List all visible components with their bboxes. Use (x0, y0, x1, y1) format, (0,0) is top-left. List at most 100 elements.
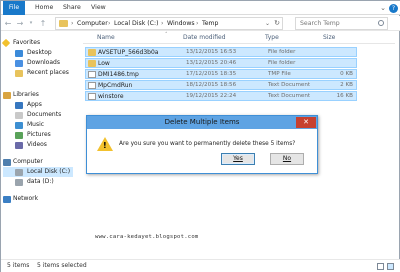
table-row[interactable]: winstore 19/12/2015 22:24 Text Document … (85, 91, 357, 101)
yes-button-label: Yes (233, 155, 243, 162)
folder-icon (59, 20, 68, 27)
nav-local-disk[interactable]: Local Disk (C:) (27, 167, 70, 177)
nav-pictures[interactable]: Pictures (27, 130, 51, 140)
file-name: DMI1486.tmp (98, 71, 139, 78)
item-count: 5 items (7, 262, 30, 269)
recent-locations-icon[interactable]: ▾ (26, 18, 36, 29)
videos-icon (15, 142, 23, 149)
nav-downloads[interactable]: Downloads (27, 58, 60, 68)
refresh-icon[interactable]: ↻ (274, 18, 280, 29)
status-bar: 5 items 5 items selected (1, 259, 400, 272)
nav-computer[interactable]: Computer (13, 157, 43, 167)
nav-music[interactable]: Music (27, 120, 44, 130)
drive-icon (15, 179, 23, 186)
search-icon[interactable] (378, 20, 384, 26)
yes-button[interactable]: Yes (221, 153, 255, 165)
dialog-body: ! Are you sure you want to permanently d… (87, 129, 317, 173)
desktop-icon (15, 50, 23, 57)
breadcrumb-separator: › (71, 20, 74, 27)
file-name: Low (98, 60, 110, 67)
table-row[interactable]: AVSETUP_566d3b0a 13/12/2015 16:53 File f… (85, 47, 357, 57)
nav-apps[interactable]: Apps (27, 100, 42, 110)
tab-view[interactable]: View (87, 1, 110, 15)
help-icon[interactable]: ? (389, 4, 398, 13)
column-name[interactable]: Name (97, 33, 115, 43)
pictures-icon (15, 132, 23, 139)
dialog-message: Are you sure you want to permanently del… (119, 141, 296, 147)
nav-desktop[interactable]: Desktop (27, 48, 52, 58)
dialog-title-bar[interactable]: Delete Multiple Items ✕ (87, 116, 317, 129)
music-icon (15, 122, 23, 129)
expand-ribbon-icon[interactable]: ⌄ (379, 4, 387, 12)
tab-share[interactable]: Share (59, 1, 85, 15)
file-type: File folder (268, 49, 296, 55)
star-icon (1, 38, 11, 48)
file-date: 13/12/2015 20:46 (186, 60, 237, 66)
file-size: 2 KB (340, 82, 353, 88)
table-row[interactable]: MpCmdRun 18/12/2015 18:56 Text Document … (85, 80, 357, 90)
back-arrow-icon[interactable]: ← (3, 18, 13, 29)
computer-icon (3, 159, 11, 166)
table-row[interactable]: DMI1486.tmp 17/12/2015 18:35 TMP File 0 … (85, 69, 357, 79)
table-row[interactable]: Low 13/12/2015 20:46 File folder (85, 58, 357, 68)
file-date: 19/12/2015 22:24 (186, 93, 237, 99)
dialog-title: Delete Multiple Items (164, 118, 240, 126)
text-file-icon (88, 82, 96, 89)
downloads-icon (15, 60, 23, 67)
nav-documents[interactable]: Documents (27, 110, 61, 120)
documents-icon (15, 112, 23, 119)
tab-home[interactable]: Home (31, 1, 57, 15)
selected-count: 5 items selected (37, 262, 87, 269)
breadcrumb-computer[interactable]: Computer (77, 18, 108, 29)
network-icon (3, 196, 11, 203)
column-date-modified[interactable]: Date modified (183, 33, 226, 43)
nav-recent-places[interactable]: Recent places (27, 68, 69, 78)
breadcrumb-windows[interactable]: Windows (167, 18, 195, 29)
file-name: winstore (98, 93, 124, 100)
nav-videos[interactable]: Videos (27, 140, 47, 150)
search-placeholder: Search Temp (300, 20, 340, 27)
watermark-text: www.cara-kedayet.blogspot.com (95, 234, 199, 240)
explorer-window: File Home Share View ⌄ ? ← → ▾ ↑ › Compu… (0, 0, 400, 272)
column-type[interactable]: Type (265, 33, 279, 43)
up-arrow-icon[interactable]: ↑ (38, 18, 48, 29)
details-view-icon[interactable] (377, 263, 384, 270)
apps-icon (15, 102, 23, 109)
breadcrumb-temp[interactable]: Temp (202, 18, 219, 29)
breadcrumb-local-disk[interactable]: Local Disk (C:) (114, 18, 159, 29)
file-icon (88, 71, 96, 78)
forward-arrow-icon[interactable]: → (15, 18, 25, 29)
nav-network[interactable]: Network (13, 194, 38, 204)
address-bar[interactable]: › Computer › Local Disk (C:) › Windows ›… (55, 17, 283, 30)
libraries-icon (3, 92, 11, 99)
nav-libraries[interactable]: Libraries (13, 90, 39, 100)
no-button[interactable]: No (270, 153, 304, 165)
recent-places-icon (15, 70, 23, 77)
text-file-icon (88, 93, 96, 100)
file-size: 16 KB (336, 93, 353, 99)
file-date: 13/12/2015 16:53 (186, 49, 237, 55)
breadcrumb-separator: › (196, 20, 199, 27)
file-type: Text Document (268, 93, 311, 99)
nav-favorites[interactable]: Favorites (13, 38, 40, 48)
address-dropdown-icon[interactable]: ⌄ (265, 18, 270, 29)
file-name: MpCmdRun (98, 82, 133, 89)
navigation-bar: ← → ▾ ↑ › Computer › Local Disk (C:) › W… (1, 16, 400, 31)
folder-icon (88, 60, 96, 67)
tab-file[interactable]: File (3, 1, 25, 15)
folder-icon (88, 49, 96, 56)
search-box[interactable]: Search Temp (295, 17, 388, 30)
large-icons-view-icon[interactable] (387, 263, 394, 270)
drive-icon (15, 169, 23, 176)
file-type: File folder (268, 60, 296, 66)
column-header: Name Date modified Type Size (83, 32, 395, 44)
nav-data-drive[interactable]: data (D:) (27, 177, 54, 187)
close-icon[interactable]: ✕ (296, 117, 316, 128)
no-button-label: No (282, 155, 292, 162)
file-name: AVSETUP_566d3b0a (98, 49, 159, 56)
column-size[interactable]: Size (323, 33, 335, 43)
sort-arrow-icon: ˄ (165, 32, 168, 38)
navigation-pane: Favorites Desktop Downloads Recent place… (1, 32, 81, 258)
file-type: TMP File (268, 71, 291, 77)
breadcrumb-separator: › (161, 20, 164, 27)
